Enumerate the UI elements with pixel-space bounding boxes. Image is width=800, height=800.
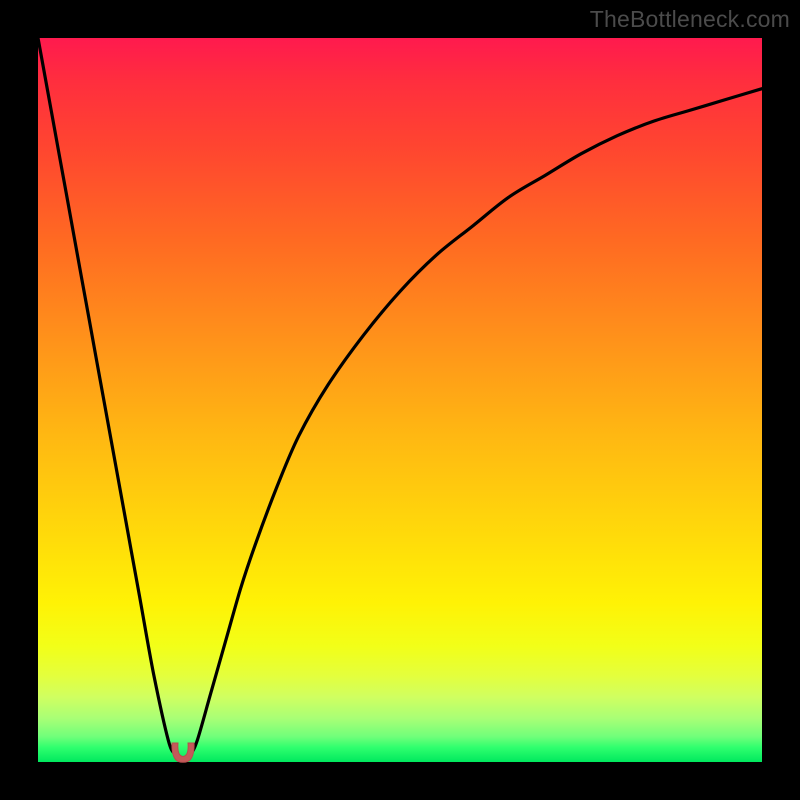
watermark-text: TheBottleneck.com [590, 6, 790, 33]
optimal-marker [168, 742, 198, 764]
chart-frame: TheBottleneck.com [0, 0, 800, 800]
plot-area [38, 38, 762, 762]
curve-path [38, 38, 762, 762]
marker-u-shape [172, 743, 194, 762]
bottleneck-curve [38, 38, 762, 762]
